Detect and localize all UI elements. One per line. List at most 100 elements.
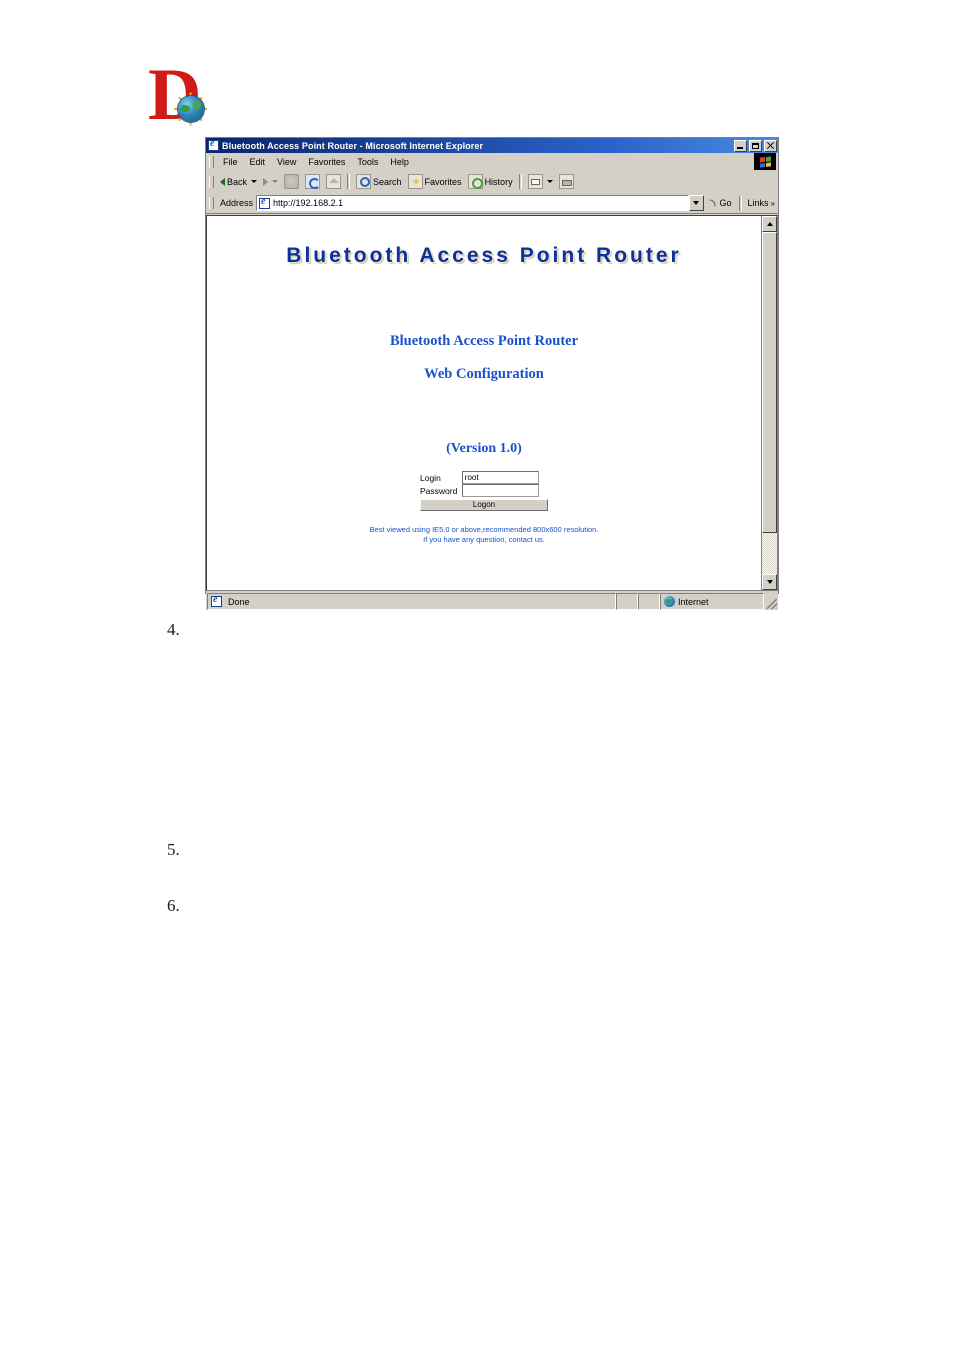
address-url-text: http://192.168.2.1 <box>273 198 344 208</box>
chevron-down-icon[interactable] <box>251 180 258 183</box>
go-button[interactable]: Go <box>704 198 736 208</box>
menu-item-help[interactable]: Help <box>384 156 415 168</box>
status-message-cell: Done <box>207 593 616 610</box>
resize-grip[interactable] <box>764 593 778 610</box>
password-row: Password <box>420 484 548 497</box>
menu-item-file[interactable]: File <box>217 156 244 168</box>
address-label: Address <box>220 198 254 208</box>
login-label: Login <box>420 472 441 483</box>
document-logo: D <box>148 58 218 132</box>
go-button-label: Go <box>719 198 732 208</box>
star-icon <box>407 174 423 189</box>
toolbar-grip[interactable] <box>209 175 214 188</box>
internet-explorer-icon <box>208 138 219 151</box>
page-banner-title: Bluetooth Access Point Router <box>286 244 682 267</box>
back-button[interactable]: Back <box>217 176 260 188</box>
mail-button[interactable] <box>525 173 556 190</box>
mail-icon <box>527 174 543 189</box>
print-button[interactable] <box>556 173 577 190</box>
arrow-left-icon <box>220 177 225 186</box>
footer-line-1: Best viewed using IE5.0 or above,recomme… <box>369 525 599 534</box>
security-zone-label: Internet <box>678 596 709 607</box>
page-icon <box>211 594 222 607</box>
page-heading-secondary: Web Configuration <box>424 366 544 382</box>
search-button[interactable]: Search <box>353 173 405 190</box>
password-input[interactable] <box>461 484 539 497</box>
chevron-down-icon[interactable] <box>272 180 279 183</box>
address-bar-grip[interactable] <box>209 197 214 209</box>
window-title: Bluetooth Access Point Router - Microsof… <box>222 140 484 151</box>
search-icon <box>356 174 372 189</box>
submit-row: Logon <box>420 497 548 511</box>
windows-flag-icon <box>759 155 771 168</box>
maximize-button[interactable] <box>749 139 762 152</box>
arrow-down-icon <box>766 580 773 584</box>
step-number-4: 4. <box>167 620 180 639</box>
status-spacer-1 <box>616 593 638 610</box>
step-number-6: 6. <box>167 896 180 915</box>
history-icon <box>467 174 483 189</box>
scrollbar-thumb[interactable] <box>762 232 777 533</box>
menu-item-edit[interactable]: Edit <box>244 156 272 168</box>
chevron-down-icon[interactable] <box>546 180 553 183</box>
favorites-button[interactable]: Favorites <box>405 173 465 190</box>
step-number-5: 5. <box>167 840 180 859</box>
menu-grip[interactable] <box>209 155 214 168</box>
refresh-icon <box>305 174 321 189</box>
page-footer: Best viewed using IE5.0 or above,recomme… <box>207 525 761 545</box>
address-input[interactable]: http://192.168.2.1 <box>256 195 689 211</box>
history-button-label: History <box>484 176 513 187</box>
address-separator <box>738 195 742 211</box>
page-viewport: Bluetooth Access Point Router Bluetooth … <box>206 215 778 591</box>
menu-item-view[interactable]: View <box>271 156 302 168</box>
login-input-cell: root <box>461 471 548 484</box>
address-bar: Address http://192.168.2.1 Go Links » <box>206 193 778 214</box>
links-button[interactable]: Links » <box>745 198 778 208</box>
chevron-down-icon <box>693 201 700 205</box>
web-page-content: Bluetooth Access Point Router Bluetooth … <box>207 216 761 590</box>
footer-line-2: If you have any question, contact us. <box>423 535 545 544</box>
password-label: Password <box>420 485 458 496</box>
minimize-button[interactable] <box>734 139 747 152</box>
scroll-down-button[interactable] <box>762 574 777 590</box>
scroll-up-button[interactable] <box>762 216 777 232</box>
status-bar: Done Internet <box>206 592 778 610</box>
scrollbar-track[interactable] <box>762 232 777 574</box>
vertical-scrollbar[interactable] <box>761 216 777 590</box>
search-button-label: Search <box>373 176 402 187</box>
stop-button[interactable] <box>281 173 302 190</box>
home-button[interactable] <box>323 173 344 190</box>
password-input-cell <box>461 484 548 497</box>
toolbar-separator <box>347 174 351 189</box>
security-zone-cell[interactable]: Internet <box>660 593 764 610</box>
browser-toolbar: Back Search Favorites History <box>206 171 778 193</box>
arrow-up-icon <box>766 222 773 226</box>
logon-button[interactable]: Logon <box>420 499 548 511</box>
globe-icon <box>178 96 204 122</box>
close-button[interactable] <box>764 139 777 152</box>
login-row: Login root <box>420 471 548 484</box>
double-chevron-icon: » <box>770 198 775 208</box>
page-icon <box>259 196 271 209</box>
printer-icon <box>558 174 574 189</box>
ie-animated-logo <box>754 153 776 170</box>
favorites-button-label: Favorites <box>424 176 462 187</box>
internet-zone-icon <box>664 596 675 607</box>
version-label: (Version 1.0) <box>446 441 522 456</box>
login-input[interactable]: root <box>461 471 539 484</box>
forward-button[interactable] <box>260 177 281 187</box>
address-dropdown-button[interactable] <box>688 195 704 211</box>
menu-item-tools[interactable]: Tools <box>351 156 384 168</box>
home-icon <box>326 174 342 189</box>
refresh-button[interactable] <box>302 173 323 190</box>
status-spacer-2 <box>638 593 660 610</box>
toolbar-separator <box>518 174 522 189</box>
submit-cell: Logon <box>420 497 548 511</box>
menu-bar: File Edit View Favorites Tools Help <box>206 153 778 171</box>
browser-window: Bluetooth Access Point Router - Microsof… <box>205 137 779 610</box>
go-arrow-icon <box>708 198 718 208</box>
links-button-label: Links <box>747 198 769 208</box>
history-button[interactable]: History <box>465 173 516 190</box>
menu-item-favorites[interactable]: Favorites <box>302 156 351 168</box>
back-button-label: Back <box>227 176 248 187</box>
